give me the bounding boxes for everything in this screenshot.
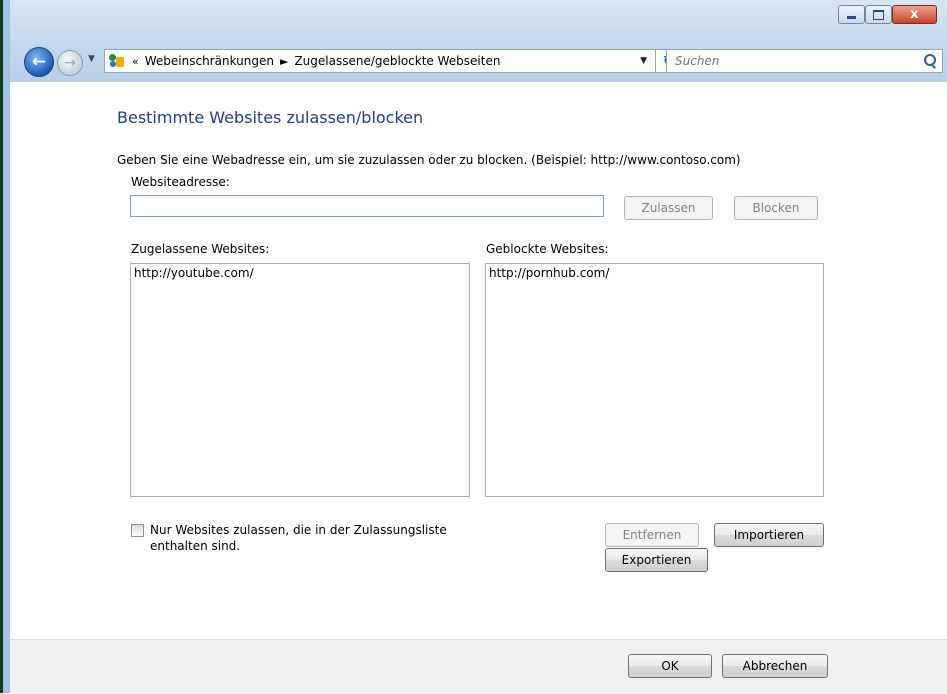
minimize-icon bbox=[847, 16, 856, 19]
back-button[interactable]: ← bbox=[24, 47, 54, 77]
website-address-input[interactable] bbox=[130, 195, 604, 217]
page-title: Bestimmte Websites zulassen/blocken bbox=[117, 108, 424, 127]
forward-button[interactable]: → bbox=[57, 50, 83, 76]
search-icon[interactable] bbox=[922, 53, 938, 69]
allow-button[interactable]: Zulassen bbox=[624, 196, 713, 220]
list-item[interactable]: http://pornhub.com/ bbox=[489, 266, 820, 281]
allow-only-listed-label[interactable]: Nur Websites zulassen, die in der Zulass… bbox=[150, 522, 480, 554]
close-icon: x bbox=[910, 7, 919, 22]
window-frame-left bbox=[0, 0, 10, 693]
import-button[interactable]: Importieren bbox=[714, 523, 824, 547]
export-button[interactable]: Exportieren bbox=[605, 548, 708, 572]
allow-only-listed-checkbox[interactable] bbox=[131, 524, 144, 537]
forward-arrow-icon: → bbox=[64, 55, 76, 71]
breadcrumb-webeinschraenkungen[interactable]: Webeinschränkungen bbox=[145, 54, 274, 68]
history-dropdown[interactable]: ▼ bbox=[88, 54, 95, 64]
blocked-sites-list[interactable]: http://pornhub.com/ bbox=[485, 263, 824, 497]
block-button[interactable]: Blocken bbox=[734, 196, 818, 220]
minimize-button[interactable] bbox=[838, 5, 865, 24]
maximize-button[interactable] bbox=[865, 5, 892, 24]
ok-button[interactable]: OK bbox=[628, 654, 712, 678]
allowed-sites-label: Zugelassene Websites: bbox=[131, 242, 270, 256]
instruction-text: Geben Sie eine Webadresse ein, um sie zu… bbox=[117, 153, 741, 167]
list-item[interactable]: http://youtube.com/ bbox=[134, 266, 466, 281]
content-pane: Bestimmte Websites zulassen/blocken Gebe… bbox=[10, 82, 947, 639]
cancel-button[interactable]: Abbrechen bbox=[722, 654, 828, 678]
address-bar[interactable]: « Webeinschränkungen ► Zugelassene/geblo… bbox=[104, 49, 656, 73]
remove-button[interactable]: Entfernen bbox=[605, 523, 699, 547]
maximize-icon bbox=[873, 9, 884, 20]
search-input[interactable] bbox=[673, 53, 922, 69]
allowed-sites-list[interactable]: http://youtube.com/ bbox=[130, 263, 470, 497]
breadcrumb-current[interactable]: Zugelassene/geblockte Webseiten bbox=[294, 54, 500, 68]
breadcrumb-separator-icon[interactable]: ► bbox=[280, 55, 288, 68]
search-box[interactable] bbox=[666, 49, 943, 73]
blocked-sites-label: Geblockte Websites: bbox=[486, 242, 609, 256]
close-button[interactable]: x bbox=[892, 5, 937, 24]
dialog-footer: OK Abbrechen bbox=[10, 639, 947, 694]
parental-controls-icon bbox=[108, 53, 126, 69]
address-dropdown-icon[interactable]: ▼ bbox=[640, 56, 647, 66]
back-arrow-icon: ← bbox=[31, 52, 47, 72]
breadcrumb-overflow[interactable]: « bbox=[132, 55, 139, 68]
website-address-label: Websiteadresse: bbox=[131, 175, 230, 189]
